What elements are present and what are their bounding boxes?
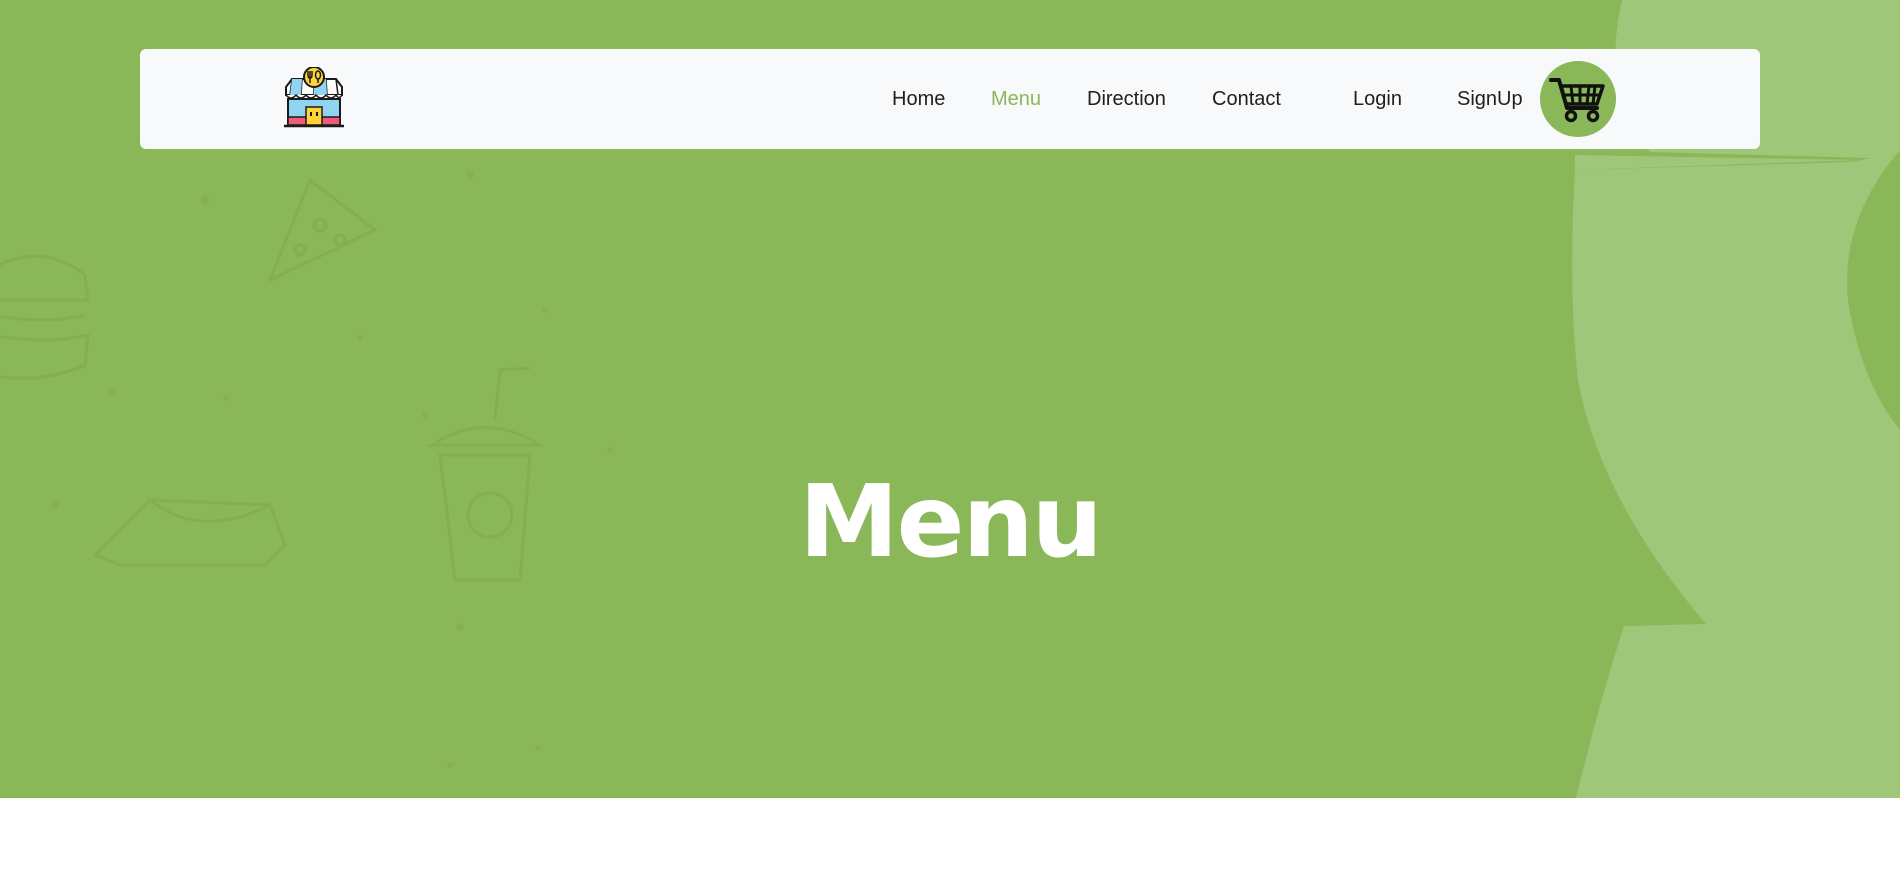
shopping-cart-icon: [1549, 78, 1605, 123]
restaurant-shop-icon[interactable]: [282, 66, 346, 131]
nav-home[interactable]: Home: [892, 85, 945, 113]
page-title: Menu: [799, 463, 1103, 580]
nav-signup[interactable]: SignUp: [1457, 85, 1523, 113]
cart-button[interactable]: [1540, 61, 1616, 137]
nav-menu[interactable]: Menu: [991, 85, 1041, 113]
top-navbar: Home Menu Direction Contact Login SignUp: [140, 49, 1760, 149]
nav-direction[interactable]: Direction: [1087, 85, 1166, 113]
nav-login[interactable]: Login: [1353, 85, 1402, 113]
nav-contact[interactable]: Contact: [1212, 85, 1281, 113]
page: Menu Home Menu Direction Contact Login S…: [0, 0, 1900, 870]
